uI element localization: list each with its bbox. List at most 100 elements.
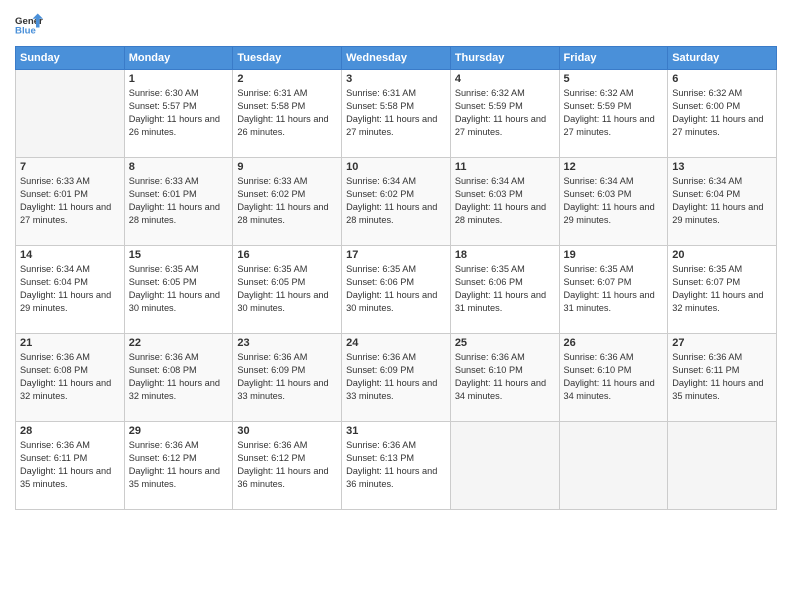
- calendar-cell: 13Sunrise: 6:34 AM Sunset: 6:04 PM Dayli…: [668, 158, 777, 246]
- calendar-cell: 18 Sunrise: 6:35 AM Sunset: 6:06 PM Dayli…: [450, 246, 559, 334]
- calendar-cell: 21Sunrise: 6:36 AM Sunset: 6:08 PM Dayli…: [16, 334, 125, 422]
- day-number: 31: [346, 425, 446, 437]
- day-number: 28: [20, 425, 120, 437]
- day-info: Sunrise: 6:34 AM Sunset: 6:04 PM Dayligh…: [20, 263, 120, 315]
- calendar-cell: 24 Sunrise: 6:36 AM Sunset: 6:09 PM Dayli…: [342, 334, 451, 422]
- day-info: Sunrise: 6:30 AM Sunset: 5:57 PM Dayligh…: [129, 87, 229, 139]
- day-number: 19: [564, 249, 664, 261]
- day-info: Sunrise: 6:32 AM Sunset: 5:59 PM Dayligh…: [455, 87, 555, 139]
- day-info: Sunrise: 6:36 AM Sunset: 6:12 PM Dayligh…: [129, 439, 229, 491]
- day-info: Sunrise: 6:36 AM Sunset: 6:12 PM Dayligh…: [237, 439, 337, 491]
- day-number: 17: [346, 249, 446, 261]
- calendar-cell: 29 Sunrise: 6:36 AM Sunset: 6:12 PM Dayli…: [124, 422, 233, 510]
- weekday-header-sunday: Sunday: [16, 47, 125, 70]
- logo-icon: General Blue: [15, 10, 43, 38]
- weekday-header-saturday: Saturday: [668, 47, 777, 70]
- calendar-cell: 19 Sunrise: 6:35 AM Sunset: 6:07 PM Dayli…: [559, 246, 668, 334]
- page-header: General Blue: [15, 10, 777, 38]
- day-info: Sunrise: 6:35 AM Sunset: 6:07 PM Dayligh…: [564, 263, 664, 315]
- calendar-cell: 12 Sunrise: 6:34 AM Sunset: 6:03 PM Dayli…: [559, 158, 668, 246]
- calendar-cell: 9 Sunrise: 6:33 AM Sunset: 6:02 PM Daylig…: [233, 158, 342, 246]
- calendar-cell: 5Sunrise: 6:32 AM Sunset: 5:59 PM Daylig…: [559, 70, 668, 158]
- day-number: 21: [20, 337, 120, 349]
- calendar-week-2: 7 Sunrise: 6:33 AM Sunset: 6:01 PM Daylig…: [16, 158, 777, 246]
- calendar-header-row: SundayMondayTuesdayWednesdayThursdayFrid…: [16, 47, 777, 70]
- calendar-body: 1 Sunrise: 6:30 AM Sunset: 5:57 PM Daylig…: [16, 70, 777, 510]
- weekday-header-thursday: Thursday: [450, 47, 559, 70]
- day-number: 29: [129, 425, 229, 437]
- calendar-cell: [668, 422, 777, 510]
- day-info: Sunrise: 6:33 AM Sunset: 6:02 PM Dayligh…: [237, 175, 337, 227]
- day-info: Sunrise: 6:35 AM Sunset: 6:06 PM Dayligh…: [455, 263, 555, 315]
- calendar-cell: 11Sunrise: 6:34 AM Sunset: 6:03 PM Dayli…: [450, 158, 559, 246]
- day-info: Sunrise: 6:36 AM Sunset: 6:11 PM Dayligh…: [20, 439, 120, 491]
- calendar-cell: 15 Sunrise: 6:35 AM Sunset: 6:05 PM Dayli…: [124, 246, 233, 334]
- day-info: Sunrise: 6:34 AM Sunset: 6:03 PM Dayligh…: [564, 175, 664, 227]
- calendar-cell: [450, 422, 559, 510]
- weekday-header-wednesday: Wednesday: [342, 47, 451, 70]
- day-info: Sunrise: 6:36 AM Sunset: 6:09 PM Dayligh…: [237, 351, 337, 403]
- day-info: Sunrise: 6:36 AM Sunset: 6:11 PM Dayligh…: [672, 351, 772, 403]
- weekday-header-friday: Friday: [559, 47, 668, 70]
- calendar-week-3: 14 Sunrise: 6:34 AM Sunset: 6:04 PM Dayli…: [16, 246, 777, 334]
- day-number: 18: [455, 249, 555, 261]
- day-number: 25: [455, 337, 555, 349]
- day-info: Sunrise: 6:33 AM Sunset: 6:01 PM Dayligh…: [20, 175, 120, 227]
- day-info: Sunrise: 6:34 AM Sunset: 6:02 PM Dayligh…: [346, 175, 446, 227]
- calendar-cell: [16, 70, 125, 158]
- calendar-cell: 25 Sunrise: 6:36 AM Sunset: 6:10 PM Dayli…: [450, 334, 559, 422]
- calendar-cell: 8 Sunrise: 6:33 AM Sunset: 6:01 PM Daylig…: [124, 158, 233, 246]
- calendar-cell: [559, 422, 668, 510]
- calendar-table: SundayMondayTuesdayWednesdayThursdayFrid…: [15, 46, 777, 510]
- day-number: 11: [455, 161, 555, 173]
- day-number: 4: [455, 73, 555, 85]
- calendar-cell: 26 Sunrise: 6:36 AM Sunset: 6:10 PM Dayli…: [559, 334, 668, 422]
- day-number: 7: [20, 161, 120, 173]
- calendar-cell: 30 Sunrise: 6:36 AM Sunset: 6:12 PM Dayli…: [233, 422, 342, 510]
- calendar-cell: 10 Sunrise: 6:34 AM Sunset: 6:02 PM Dayli…: [342, 158, 451, 246]
- day-number: 14: [20, 249, 120, 261]
- day-info: Sunrise: 6:34 AM Sunset: 6:04 PM Dayligh…: [672, 175, 772, 227]
- calendar-cell: 31Sunrise: 6:36 AM Sunset: 6:13 PM Dayli…: [342, 422, 451, 510]
- day-number: 10: [346, 161, 446, 173]
- calendar-cell: 16Sunrise: 6:35 AM Sunset: 6:05 PM Dayli…: [233, 246, 342, 334]
- day-number: 26: [564, 337, 664, 349]
- calendar-cell: 27 Sunrise: 6:36 AM Sunset: 6:11 PM Dayli…: [668, 334, 777, 422]
- calendar-week-1: 1 Sunrise: 6:30 AM Sunset: 5:57 PM Daylig…: [16, 70, 777, 158]
- day-number: 23: [237, 337, 337, 349]
- day-info: Sunrise: 6:35 AM Sunset: 6:07 PM Dayligh…: [672, 263, 772, 315]
- calendar-cell: 7 Sunrise: 6:33 AM Sunset: 6:01 PM Daylig…: [16, 158, 125, 246]
- day-info: Sunrise: 6:32 AM Sunset: 6:00 PM Dayligh…: [672, 87, 772, 139]
- day-info: Sunrise: 6:31 AM Sunset: 5:58 PM Dayligh…: [237, 87, 337, 139]
- day-number: 22: [129, 337, 229, 349]
- day-number: 6: [672, 73, 772, 85]
- day-number: 27: [672, 337, 772, 349]
- day-info: Sunrise: 6:33 AM Sunset: 6:01 PM Dayligh…: [129, 175, 229, 227]
- day-info: Sunrise: 6:36 AM Sunset: 6:08 PM Dayligh…: [129, 351, 229, 403]
- day-info: Sunrise: 6:36 AM Sunset: 6:10 PM Dayligh…: [455, 351, 555, 403]
- calendar-cell: 17 Sunrise: 6:35 AM Sunset: 6:06 PM Dayli…: [342, 246, 451, 334]
- calendar-cell: 3 Sunrise: 6:31 AM Sunset: 5:58 PM Daylig…: [342, 70, 451, 158]
- day-number: 24: [346, 337, 446, 349]
- day-number: 8: [129, 161, 229, 173]
- day-number: 1: [129, 73, 229, 85]
- day-number: 16: [237, 249, 337, 261]
- day-number: 12: [564, 161, 664, 173]
- day-number: 5: [564, 73, 664, 85]
- logo: General Blue: [15, 10, 47, 38]
- calendar-cell: 22 Sunrise: 6:36 AM Sunset: 6:08 PM Dayli…: [124, 334, 233, 422]
- day-number: 3: [346, 73, 446, 85]
- day-number: 30: [237, 425, 337, 437]
- day-number: 15: [129, 249, 229, 261]
- weekday-header-tuesday: Tuesday: [233, 47, 342, 70]
- day-info: Sunrise: 6:31 AM Sunset: 5:58 PM Dayligh…: [346, 87, 446, 139]
- day-info: Sunrise: 6:36 AM Sunset: 6:10 PM Dayligh…: [564, 351, 664, 403]
- day-info: Sunrise: 6:35 AM Sunset: 6:06 PM Dayligh…: [346, 263, 446, 315]
- day-number: 9: [237, 161, 337, 173]
- weekday-header-monday: Monday: [124, 47, 233, 70]
- day-info: Sunrise: 6:35 AM Sunset: 6:05 PM Dayligh…: [129, 263, 229, 315]
- day-info: Sunrise: 6:36 AM Sunset: 6:09 PM Dayligh…: [346, 351, 446, 403]
- calendar-cell: 4 Sunrise: 6:32 AM Sunset: 5:59 PM Daylig…: [450, 70, 559, 158]
- svg-text:Blue: Blue: [15, 26, 36, 37]
- calendar-week-4: 21 Sunrise: 6:36 AM Sunset: 6:08 PM Dayli…: [16, 334, 777, 422]
